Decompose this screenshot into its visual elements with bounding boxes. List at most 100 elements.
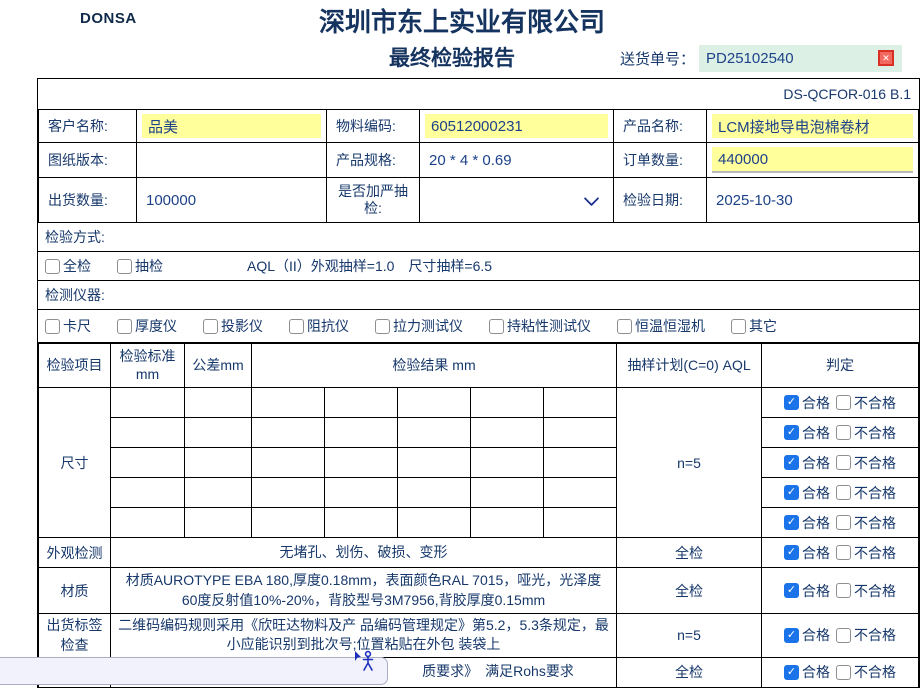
standard-input-cell[interactable] — [111, 508, 185, 538]
result-input-cell[interactable] — [544, 508, 617, 538]
standard-input-cell[interactable] — [111, 448, 185, 478]
fail-checkbox[interactable] — [836, 455, 851, 470]
pass-checkbox[interactable]: ✓ — [784, 515, 799, 530]
result-input-cell[interactable] — [325, 418, 398, 448]
result-input-cell[interactable] — [471, 418, 544, 448]
fail-checkbox[interactable] — [836, 515, 851, 530]
fail-checkbox[interactable] — [836, 583, 851, 598]
tolerance-input-cell[interactable] — [185, 448, 252, 478]
result-input-cell[interactable] — [544, 478, 617, 508]
tolerance-input-cell[interactable] — [185, 388, 252, 418]
ship-qty-input[interactable]: 100000 — [138, 192, 325, 209]
result-input-cell[interactable] — [544, 448, 617, 478]
fail-label: 不合格 — [854, 513, 896, 533]
tolerance-input-cell[interactable] — [185, 478, 252, 508]
col-header-result: 检验结果 mm — [252, 344, 617, 388]
projector-checkbox[interactable] — [203, 319, 218, 334]
pass-checkbox[interactable]: ✓ — [784, 628, 799, 643]
delivery-no-label: 送货单号： — [620, 48, 695, 69]
order-qty-input[interactable]: 440000 — [712, 147, 913, 173]
material-code-input[interactable]: 60512000231 — [425, 114, 608, 138]
product-name-input[interactable]: LCM接地导电泡棉卷材 — [712, 114, 913, 138]
customer-name-input[interactable]: 品美 — [142, 114, 321, 138]
result-input-cell[interactable] — [471, 388, 544, 418]
strict-inspection-select[interactable] — [421, 192, 612, 209]
pass-label: 合格 — [802, 625, 830, 645]
result-input-cell[interactable] — [252, 448, 325, 478]
fail-label: 不合格 — [854, 423, 896, 443]
pass-checkbox[interactable]: ✓ — [784, 485, 799, 500]
fail-label: 不合格 — [854, 483, 896, 503]
fail-label: 不合格 — [854, 625, 896, 645]
instrument-option: 拉力测试仪 — [375, 316, 463, 336]
pass-checkbox[interactable]: ✓ — [784, 583, 799, 598]
fail-checkbox[interactable] — [836, 395, 851, 410]
result-input-cell[interactable] — [471, 478, 544, 508]
result-input-cell[interactable] — [325, 448, 398, 478]
inspection-date-input[interactable]: 2025-10-30 — [708, 192, 917, 209]
result-input-cell[interactable] — [325, 508, 398, 538]
adhesion-tester-checkbox[interactable] — [489, 319, 504, 334]
result-input-cell[interactable] — [252, 418, 325, 448]
product-spec-input[interactable]: 20 * 4 * 0.69 — [421, 152, 612, 169]
inspection-date-label: 检验日期: — [614, 178, 707, 223]
other-instrument-checkbox[interactable] — [731, 319, 746, 334]
accessibility-cursor-icon — [352, 649, 378, 678]
pass-checkbox[interactable]: ✓ — [784, 455, 799, 470]
col-header-item: 检验项目 — [39, 344, 111, 388]
result-input-cell[interactable] — [252, 388, 325, 418]
instrument-option: 卡尺 — [45, 316, 91, 336]
fail-checkbox[interactable] — [836, 485, 851, 500]
result-input-cell[interactable] — [325, 478, 398, 508]
aql-text: AQL（II）外观抽样=1.0 尺寸抽样=6.5 — [247, 256, 492, 276]
judgement-cell: ✓ 合格 不合格 — [763, 453, 917, 473]
fail-checkbox[interactable] — [836, 425, 851, 440]
pass-checkbox[interactable]: ✓ — [784, 665, 799, 680]
climate-chamber-checkbox[interactable] — [617, 319, 632, 334]
checkmark-icon: ✓ — [787, 457, 796, 468]
result-input-cell[interactable] — [398, 418, 471, 448]
pass-checkbox[interactable]: ✓ — [784, 395, 799, 410]
standard-input-cell[interactable] — [111, 418, 185, 448]
result-input-cell[interactable] — [252, 508, 325, 538]
order-qty-label: 订单数量: — [614, 143, 707, 178]
result-input-cell[interactable] — [252, 478, 325, 508]
instrument-option: 阻抗仪 — [289, 316, 349, 336]
delivery-no-input[interactable]: PD25102540 ✕ — [699, 45, 902, 72]
report-form: DS-QCFOR-016 B.1 客户名称: 品美 物料编码: 60512000… — [37, 78, 920, 688]
fail-checkbox[interactable] — [836, 545, 851, 560]
chevron-down-icon — [584, 191, 600, 207]
result-input-cell[interactable] — [398, 448, 471, 478]
fail-checkbox[interactable] — [836, 665, 851, 680]
col-header-tolerance: 公差mm — [185, 344, 252, 388]
pass-label: 合格 — [802, 393, 830, 413]
col-header-standard: 检验标准mm — [111, 344, 185, 388]
fail-checkbox[interactable] — [836, 628, 851, 643]
thickness-gauge-checkbox[interactable] — [117, 319, 132, 334]
impedance-meter-checkbox[interactable] — [289, 319, 304, 334]
result-input-cell[interactable] — [471, 448, 544, 478]
result-input-cell[interactable] — [398, 478, 471, 508]
sampling-inspection-checkbox[interactable] — [117, 259, 132, 274]
standard-input-cell[interactable] — [111, 478, 185, 508]
result-input-cell[interactable] — [471, 508, 544, 538]
material-item-label: 材质 — [39, 568, 111, 614]
pass-checkbox[interactable]: ✓ — [784, 425, 799, 440]
impedance-meter-label: 阻抗仪 — [307, 316, 349, 336]
tension-tester-checkbox[interactable] — [375, 319, 390, 334]
tolerance-input-cell[interactable] — [185, 508, 252, 538]
result-input-cell[interactable] — [398, 388, 471, 418]
full-inspection-checkbox[interactable] — [45, 259, 60, 274]
result-input-cell[interactable] — [325, 388, 398, 418]
result-input-cell[interactable] — [398, 508, 471, 538]
instrument-option: 其它 — [731, 316, 777, 336]
result-input-cell[interactable] — [544, 418, 617, 448]
standard-input-cell[interactable] — [111, 388, 185, 418]
pass-checkbox[interactable]: ✓ — [784, 545, 799, 560]
fail-label: 不合格 — [854, 581, 896, 601]
tolerance-input-cell[interactable] — [185, 418, 252, 448]
result-input-cell[interactable] — [544, 388, 617, 418]
instrument-option: 持粘性测试仪 — [489, 316, 591, 336]
caliper-checkbox[interactable] — [45, 319, 60, 334]
thickness-gauge-label: 厚度仪 — [135, 316, 177, 336]
